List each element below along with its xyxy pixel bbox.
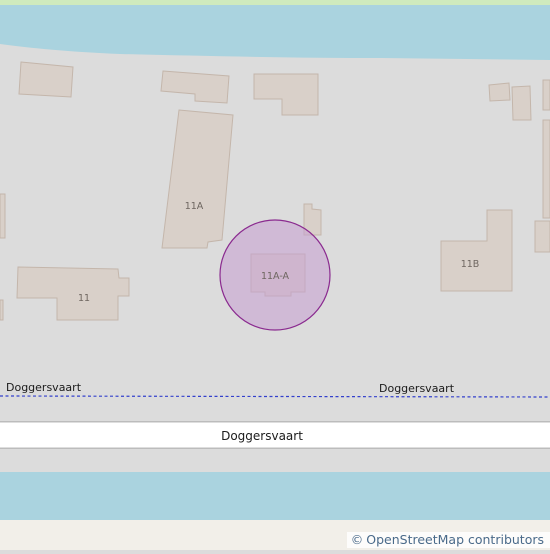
building[interactable]: [0, 193, 6, 239]
building[interactable]: [534, 220, 550, 253]
attribution: © OpenStreetMap contributors: [346, 532, 550, 548]
building[interactable]: [18, 61, 74, 98]
building-label-11: 11: [78, 293, 90, 304]
waterway-label-right: Doggersvaart: [379, 382, 455, 395]
attribution-link[interactable]: OpenStreetMap contributors: [366, 532, 544, 548]
waterway-label-left: Doggersvaart: [6, 381, 82, 394]
building[interactable]: [488, 82, 511, 102]
map-view[interactable]: 11A 11 11B 11A-A Doggersvaart Doggersvaa…: [0, 0, 550, 550]
building-label-11a-a: 11A-A: [261, 271, 290, 282]
building[interactable]: [0, 299, 4, 321]
building-label-11a: 11A: [185, 201, 204, 212]
building[interactable]: [542, 79, 550, 111]
building[interactable]: [511, 85, 532, 121]
building[interactable]: [542, 119, 550, 219]
road-label: Doggersvaart: [221, 429, 303, 443]
grass-strip: [0, 0, 550, 5]
map-canvas[interactable]: 11A 11 11B 11A-A Doggersvaart Doggersvaa…: [0, 0, 550, 550]
canal-top: [0, 5, 550, 60]
canal-bottom: [0, 472, 550, 520]
copyright-symbol: ©: [350, 532, 364, 547]
building-label-11b: 11B: [461, 259, 480, 270]
